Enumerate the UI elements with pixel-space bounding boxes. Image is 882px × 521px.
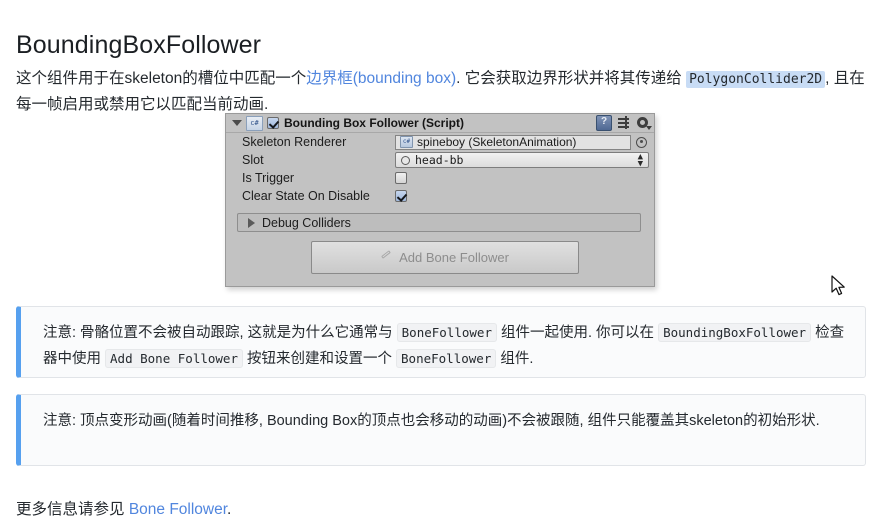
inspector-header-icons (596, 115, 652, 131)
intro-paragraph: 这个组件用于在skeleton的槽位中匹配一个边界框(bounding box)… (16, 66, 866, 117)
more-info-suffix: . (227, 500, 232, 518)
note1-seg4: 按钮来创建和设置一个 (242, 351, 397, 367)
inspector-component-header[interactable]: c# Bounding Box Follower (Script) (226, 114, 654, 133)
property-label-slot: Slot (242, 153, 264, 167)
debug-colliders-label: Debug Colliders (262, 215, 351, 230)
note1-code-boundingboxfollower: BoundingBoxFollower (658, 323, 812, 342)
property-row-slot: Slot head-bb ▲ ▼ (226, 151, 654, 169)
bone-follower-link[interactable]: Bone Follower (129, 501, 227, 518)
skeleton-animation-icon: c# (400, 136, 413, 148)
component-enabled-checkbox[interactable] (267, 117, 279, 129)
note1-code-add-bone-follower: Add Bone Follower (105, 349, 243, 368)
note2-text: 注意: 顶点变形动画(随着时间推移, Bounding Box的顶点也会移动的动… (43, 413, 820, 429)
debug-colliders-foldout[interactable]: Debug Colliders (237, 213, 641, 232)
component-title: Bounding Box Follower (Script) (284, 116, 464, 130)
bounding-box-link[interactable]: 边界框(bounding box) (306, 70, 456, 87)
note1-code-bonefollower-2: BoneFollower (396, 349, 497, 368)
clear-state-on-disable-checkbox[interactable] (395, 190, 407, 202)
page-title: BoundingBoxFollower (16, 30, 262, 59)
gear-icon[interactable] (636, 116, 652, 131)
skeleton-renderer-value: spineboy (SkeletonAnimation) (417, 135, 577, 149)
property-row-skeleton-renderer: Skeleton Renderer c# spineboy (SkeletonA… (226, 133, 654, 151)
add-bone-follower-button[interactable]: Add Bone Follower (311, 241, 579, 274)
triangle-right-icon (248, 217, 255, 228)
property-row-clear-state-on-disable: Clear State On Disable (226, 187, 654, 205)
note1-seg1: 注意: 骨骼位置不会被自动跟踪, 这就是为什么它通常与 (43, 325, 397, 341)
preset-icon[interactable] (617, 116, 631, 130)
property-label-is-trigger: Is Trigger (242, 171, 295, 185)
slot-dropdown[interactable]: head-bb ▲ ▼ (395, 152, 649, 169)
note-box-bone-follower: 注意: 骨骼位置不会被自动跟踪, 这就是为什么它通常与 BoneFollower… (16, 306, 866, 378)
mouse-cursor-icon (831, 275, 845, 296)
intro-text-part1: 这个组件用于在skeleton的槽位中匹配一个 (16, 69, 307, 87)
csharp-script-icon: c# (246, 115, 263, 131)
chevron-updown-icon: ▲ ▼ (637, 152, 643, 169)
add-bone-follower-label: Add Bone Follower (399, 250, 509, 265)
slot-icon (401, 155, 410, 165)
help-icon[interactable] (596, 115, 612, 131)
note1-code-bonefollower-1: BoneFollower (396, 323, 497, 342)
property-label-clear-state-on-disable: Clear State On Disable (242, 189, 370, 203)
unity-inspector-panel: c# Bounding Box Follower (Script) Skelet… (225, 113, 845, 296)
object-picker-icon[interactable] (636, 136, 647, 148)
documentation-page: BoundingBoxFollower 这个组件用于在skeleton的槽位中匹… (0, 0, 882, 518)
intro-text-part2: . 它会获取边界形状并将其传递给 (456, 69, 687, 87)
note1-seg2: 组件一起使用. 你可以在 (496, 325, 659, 341)
property-row-is-trigger: Is Trigger (226, 169, 654, 187)
more-info-prefix: 更多信息请参见 (16, 500, 129, 518)
skeleton-renderer-object-field[interactable]: c# spineboy (SkeletonAnimation) (395, 134, 631, 150)
triangle-down-icon[interactable] (232, 120, 242, 126)
note-box-vertex-deform: 注意: 顶点变形动画(随着时间推移, Bounding Box的顶点也会移动的动… (16, 394, 866, 466)
property-label-skeleton-renderer: Skeleton Renderer (242, 135, 347, 149)
bone-icon (381, 252, 392, 263)
polygoncollider2d-code: PolygonCollider2D (686, 70, 826, 88)
is-trigger-checkbox[interactable] (395, 172, 407, 184)
note1-seg5: 组件. (496, 351, 534, 367)
slot-value: head-bb (415, 153, 464, 167)
